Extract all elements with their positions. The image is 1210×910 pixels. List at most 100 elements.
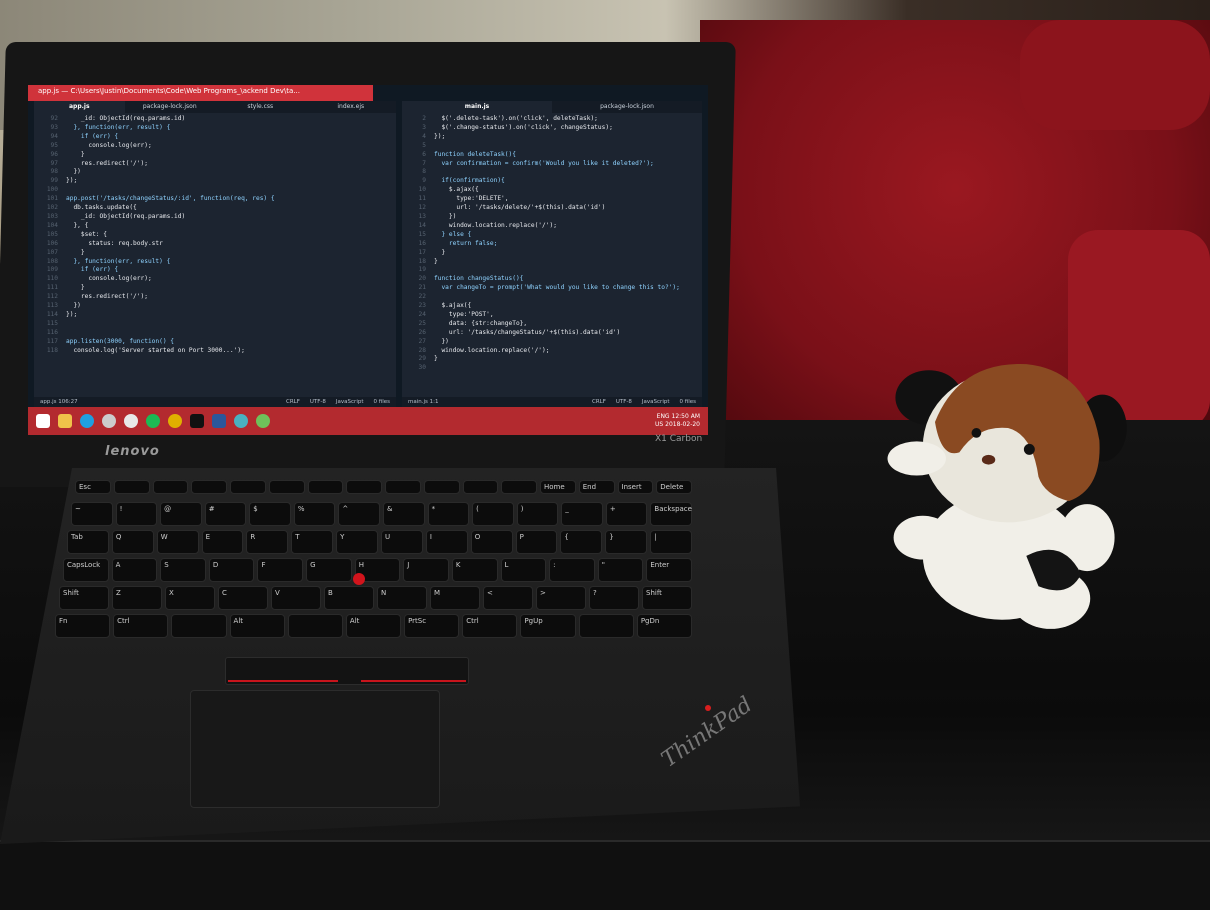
key[interactable]: A bbox=[111, 558, 158, 582]
key[interactable]: R bbox=[246, 530, 289, 554]
code-line[interactable]: 27 }) bbox=[402, 338, 702, 347]
key[interactable]: P bbox=[515, 530, 558, 554]
code-line[interactable]: 118 console.log('Server started on Port … bbox=[34, 347, 396, 356]
key[interactable]: < bbox=[483, 586, 533, 610]
code-line[interactable]: 10 $.ajax({ bbox=[402, 186, 702, 195]
key[interactable]: ^ bbox=[338, 502, 380, 526]
key[interactable]: Q bbox=[111, 530, 154, 554]
key[interactable] bbox=[171, 614, 227, 638]
encoding-right[interactable]: UTF-8 bbox=[616, 399, 632, 405]
key[interactable]: PrtSc bbox=[404, 614, 460, 638]
code-line[interactable]: 101 app.post('/tasks/changeStatus/:id', f… bbox=[34, 195, 396, 204]
language-indicator[interactable]: ENG bbox=[657, 413, 670, 420]
key[interactable]: | bbox=[650, 530, 692, 554]
key[interactable] bbox=[501, 480, 537, 494]
key[interactable]: Home bbox=[540, 480, 576, 494]
key[interactable]: $ bbox=[249, 502, 291, 526]
line-ending[interactable]: CRLF bbox=[286, 399, 300, 405]
key[interactable] bbox=[423, 480, 460, 494]
touchpad[interactable] bbox=[190, 690, 440, 808]
key[interactable]: Shift bbox=[59, 586, 109, 610]
key[interactable]: F bbox=[257, 558, 304, 582]
key[interactable] bbox=[230, 480, 266, 494]
key[interactable]: # bbox=[204, 502, 247, 526]
code-line[interactable]: 4}); bbox=[402, 133, 702, 142]
tab-package-lock-json-right[interactable]: package-lock.json bbox=[552, 101, 702, 113]
code-line[interactable]: 13 }) bbox=[402, 213, 702, 222]
key[interactable]: C bbox=[218, 586, 268, 610]
terminal-icon[interactable] bbox=[190, 414, 204, 428]
tab-style-css[interactable]: style.css bbox=[215, 101, 306, 113]
tab-main-js[interactable]: main.js bbox=[402, 101, 552, 113]
code-line[interactable]: 16 return false; bbox=[402, 240, 702, 249]
key[interactable]: % bbox=[293, 502, 336, 526]
code-line[interactable]: 100 bbox=[34, 186, 396, 195]
key[interactable]: ( bbox=[472, 502, 514, 526]
key[interactable]: Shift bbox=[642, 586, 692, 610]
code-line[interactable]: 108 }, function(err, result) { bbox=[34, 258, 396, 267]
key[interactable]: & bbox=[383, 502, 425, 526]
key[interactable] bbox=[578, 614, 634, 638]
code-line[interactable]: 21 var changeTo = prompt('What would you… bbox=[402, 284, 702, 293]
code-line[interactable]: 104 }, { bbox=[34, 222, 396, 231]
key[interactable]: Fn bbox=[55, 614, 111, 638]
code-line[interactable]: 92 _id: ObjectId(req.params.id) bbox=[34, 115, 396, 124]
code-line[interactable]: 110 console.log(err); bbox=[34, 275, 396, 284]
key[interactable]: { bbox=[560, 530, 603, 554]
key[interactable]: V bbox=[271, 586, 321, 610]
code-line[interactable]: 29} bbox=[402, 355, 702, 364]
code-line[interactable]: 105 $set: { bbox=[34, 231, 396, 240]
code-area-left[interactable]: 92 _id: ObjectId(req.params.id) 93 }, fun… bbox=[34, 113, 396, 355]
file-explorer-icon[interactable] bbox=[58, 414, 72, 428]
code-line[interactable]: 117 app.listen(3000, function() { bbox=[34, 338, 396, 347]
code-line[interactable]: 115 bbox=[34, 320, 396, 329]
code-line[interactable]: 107 } bbox=[34, 249, 396, 258]
key[interactable] bbox=[462, 480, 499, 494]
key[interactable]: K bbox=[451, 558, 498, 582]
code-area-right[interactable]: 2 $('.delete-task').on('click', deleteTa… bbox=[402, 113, 702, 373]
key[interactable]: } bbox=[605, 530, 648, 554]
code-line[interactable]: 14 window.location.replace('/'); bbox=[402, 222, 702, 231]
key[interactable]: ? bbox=[589, 586, 639, 610]
key[interactable] bbox=[268, 480, 305, 494]
code-line[interactable]: 22 bbox=[402, 293, 702, 302]
code-line[interactable]: 94 if (err) { bbox=[34, 133, 396, 142]
tab-app-js[interactable]: app.js bbox=[34, 101, 125, 113]
key[interactable] bbox=[307, 480, 344, 494]
code-line[interactable]: 109 if (err) { bbox=[34, 266, 396, 275]
code-line[interactable]: 9 if(confirmation){ bbox=[402, 177, 702, 186]
spotify-icon[interactable] bbox=[146, 414, 160, 428]
key[interactable]: D bbox=[208, 558, 255, 582]
key[interactable]: J bbox=[403, 558, 449, 582]
key[interactable]: T bbox=[291, 530, 334, 554]
key[interactable]: ~ bbox=[71, 502, 113, 526]
key[interactable]: W bbox=[156, 530, 199, 554]
grammar-right[interactable]: JavaScript bbox=[642, 399, 670, 405]
tab-index-ejs[interactable]: index.ejs bbox=[306, 101, 397, 113]
key[interactable]: L bbox=[500, 558, 547, 582]
code-line[interactable]: 93 }, function(err, result) { bbox=[34, 124, 396, 133]
code-line[interactable]: 114}); bbox=[34, 311, 396, 320]
key[interactable]: X bbox=[165, 586, 215, 610]
key[interactable]: G bbox=[306, 558, 352, 582]
key[interactable]: " bbox=[597, 558, 644, 582]
code-line[interactable]: 106 status: req.body.str bbox=[34, 240, 396, 249]
key[interactable]: : bbox=[549, 558, 595, 582]
code-line[interactable]: 112 res.redirect('/'); bbox=[34, 293, 396, 302]
line-ending-right[interactable]: CRLF bbox=[592, 399, 606, 405]
code-line[interactable]: 7 var confirmation = confirm('Would you … bbox=[402, 160, 702, 169]
app-icon[interactable] bbox=[234, 414, 248, 428]
code-line[interactable]: 24 type:'POST', bbox=[402, 311, 702, 320]
grammar[interactable]: JavaScript bbox=[336, 399, 364, 405]
key[interactable]: Insert bbox=[617, 480, 654, 494]
code-line[interactable]: 99}); bbox=[34, 177, 396, 186]
start-icon[interactable] bbox=[36, 414, 50, 428]
key[interactable]: + bbox=[605, 502, 648, 526]
code-line[interactable]: 23 $.ajax({ bbox=[402, 302, 702, 311]
code-line[interactable]: 6 function deleteTask(){ bbox=[402, 151, 702, 160]
code-line[interactable]: 30 bbox=[402, 364, 702, 373]
key[interactable]: CapsLock bbox=[63, 558, 109, 582]
key[interactable]: ) bbox=[516, 502, 559, 526]
key[interactable]: Z bbox=[112, 586, 162, 610]
code-line[interactable]: 97 res.redirect('/'); bbox=[34, 160, 396, 169]
